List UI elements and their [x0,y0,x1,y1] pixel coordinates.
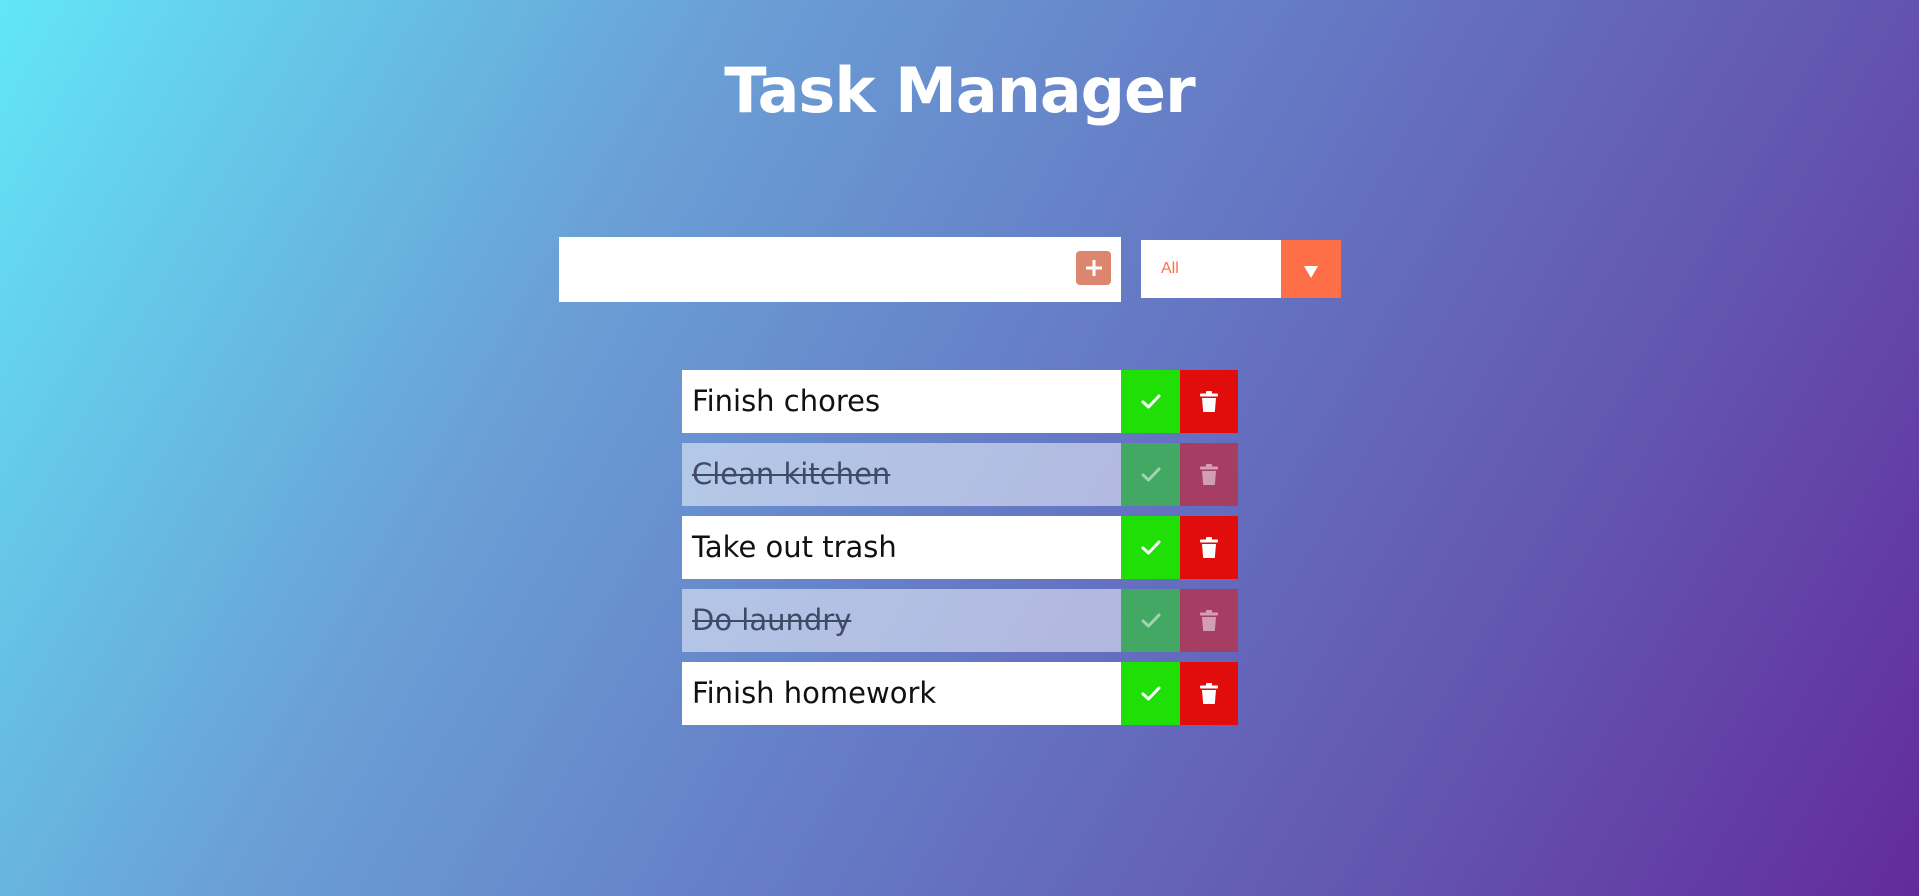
delete-button[interactable] [1180,370,1238,433]
page-title: Task Manager [724,54,1195,127]
complete-button[interactable] [1121,662,1180,725]
filter-selected-value[interactable]: All [1141,240,1281,298]
task-input[interactable] [559,237,1121,302]
complete-button[interactable] [1121,443,1180,506]
filter-dropdown-button[interactable] [1281,240,1341,298]
todo-item: Take out trash [682,516,1238,579]
todo-text: Clean kitchen [682,443,1121,506]
complete-button[interactable] [1121,370,1180,433]
check-icon [1141,613,1160,627]
trash-icon [1200,536,1218,558]
complete-button[interactable] [1121,516,1180,579]
trash-icon [1200,609,1218,631]
todo-item: Clean kitchen [682,443,1238,506]
delete-button[interactable] [1180,589,1238,652]
todo-text: Take out trash [682,516,1121,579]
check-icon [1141,467,1160,481]
filter-select[interactable]: All [1141,240,1341,298]
check-icon [1141,686,1160,700]
todo-list: Finish chores Clean kitchen Take out tra… [682,370,1238,735]
complete-button[interactable] [1121,589,1180,652]
todo-item: Finish chores [682,370,1238,433]
delete-button[interactable] [1180,662,1238,725]
trash-icon [1200,682,1218,704]
trash-icon [1200,390,1218,412]
check-icon [1141,540,1160,554]
trash-icon [1200,463,1218,485]
check-icon [1141,394,1160,408]
todo-text: Finish chores [682,370,1121,433]
delete-button[interactable] [1180,516,1238,579]
todo-item: Finish homework [682,662,1238,725]
caret-down-icon [1304,266,1318,278]
plus-icon [1085,260,1102,276]
delete-button[interactable] [1180,443,1238,506]
todo-text: Do laundry [682,589,1121,652]
todo-item: Do laundry [682,589,1238,652]
add-task-button[interactable] [1076,251,1111,285]
todo-text: Finish homework [682,662,1121,725]
